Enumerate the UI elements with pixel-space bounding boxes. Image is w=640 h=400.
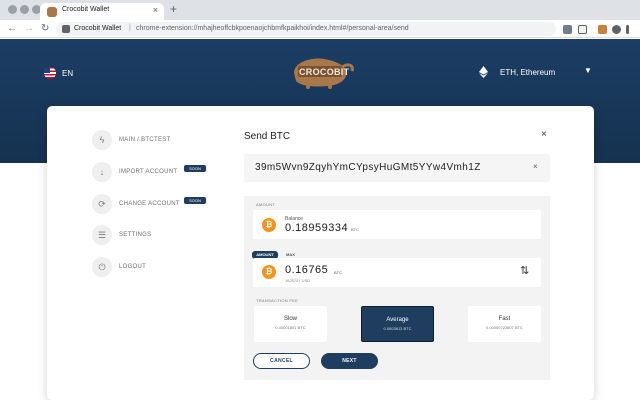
sidebar-item-logout[interactable]: LOGOUT xyxy=(119,264,146,270)
amount-usd-value: 1625757 USD xyxy=(285,278,311,283)
translate-icon[interactable] xyxy=(563,25,572,34)
window-minimize-dot[interactable] xyxy=(20,5,29,14)
soon-badge: SOON xyxy=(184,165,206,172)
amount-section-label: AMOUNT xyxy=(256,202,276,207)
amount-input[interactable]: 0.16765 xyxy=(285,264,328,276)
lightning-icon[interactable]: ϟ xyxy=(92,130,112,150)
bitcoin-icon: ₿ xyxy=(262,218,276,232)
fee-name: Average xyxy=(386,317,409,323)
fee-value: 0.00000722607 BTC xyxy=(486,325,523,330)
crocobit-wordmark: CROCOBIT xyxy=(299,67,350,77)
max-button[interactable]: MAX xyxy=(286,252,295,257)
sidebar-item-settings[interactable]: SETTINGS xyxy=(119,232,151,238)
fee-value: 0.00001801 BTC xyxy=(275,325,306,330)
crocobit-extension-icon[interactable] xyxy=(598,25,607,34)
chevron-down-icon[interactable]: ▼ xyxy=(584,66,592,75)
balance-value: 0.18959334 xyxy=(285,222,349,234)
fee-option-fast[interactable]: Fast 0.00000722607 BTC xyxy=(468,306,541,342)
crocobit-favicon-icon xyxy=(47,7,57,17)
fee-name: Slow xyxy=(283,316,297,322)
puzzle-icon xyxy=(62,25,70,33)
browser-tab[interactable]: Crocobit Wallet × xyxy=(40,3,164,20)
download-icon[interactable]: ↓ xyxy=(92,162,112,182)
profile-avatar-icon[interactable] xyxy=(612,25,621,34)
url-separator: | xyxy=(129,24,131,31)
us-flag-icon[interactable] xyxy=(44,67,56,79)
fee-value: 0.0003813 BTC xyxy=(383,326,412,331)
next-button[interactable]: NEXT xyxy=(321,353,378,369)
url-text: chrome-extension://mhajheoffcbkpoenaojch… xyxy=(136,25,409,32)
ethereum-icon xyxy=(479,66,488,78)
sidebar-item-main[interactable]: MAIN / BTCTEST xyxy=(119,137,171,143)
soon-badge: SOON xyxy=(184,197,206,204)
fee-option-average[interactable]: Average 0.0003813 BTC xyxy=(361,306,434,342)
language-selector[interactable]: EN xyxy=(62,69,73,78)
address-bar[interactable]: Crocobit Wallet | chrome-extension://mha… xyxy=(56,22,556,36)
balance-unit: BTC xyxy=(351,227,359,232)
power-icon[interactable]: ⏻ xyxy=(92,257,112,277)
bookmark-star-icon[interactable] xyxy=(578,25,587,34)
browser-menu-icon[interactable] xyxy=(626,25,629,34)
reload-icon[interactable]: ↻ xyxy=(41,23,49,34)
swap-arrows-icon[interactable]: ⇅ xyxy=(520,264,529,277)
forward-arrow-icon[interactable]: → xyxy=(24,23,34,34)
sidebar-item-change-account[interactable]: CHANGE ACCOUNT xyxy=(119,201,180,207)
network-selector[interactable]: ETH, Ethereum xyxy=(500,68,555,77)
tab-close-icon[interactable]: × xyxy=(153,5,158,15)
clear-address-icon[interactable]: × xyxy=(533,162,538,171)
close-icon[interactable]: × xyxy=(541,129,547,140)
tab-title: Crocobit Wallet xyxy=(62,6,110,13)
url-origin: Crocobit Wallet xyxy=(74,25,122,32)
amount-unit: BTC xyxy=(334,270,342,275)
transaction-fee-label: TRANSACTION FEE xyxy=(256,298,299,303)
bitcoin-icon: ₿ xyxy=(262,265,276,279)
sliders-icon[interactable]: ☰ xyxy=(92,225,112,245)
refresh-icon[interactable]: ⟳ xyxy=(92,194,112,214)
window-close-dot[interactable] xyxy=(8,5,17,14)
fee-option-slow[interactable]: Slow 0.00001801 BTC xyxy=(254,306,327,342)
browser-tabstrip: Crocobit Wallet × + xyxy=(0,0,640,20)
new-tab-icon[interactable]: + xyxy=(170,2,177,16)
recipient-address-value[interactable]: 39m5Wvn9ZqyhYmCYpsyHuGMt5YYw4Vmh1Z xyxy=(255,162,481,173)
browser-toolbar: ← → ↻ Crocobit Wallet | chrome-extension… xyxy=(0,20,640,38)
back-arrow-icon[interactable]: ← xyxy=(7,23,17,34)
fee-name: Fast xyxy=(498,316,511,322)
page-title: Send BTC xyxy=(244,131,291,142)
sidebar-item-import-account[interactable]: IMPORT ACCOUNT xyxy=(119,169,177,175)
cancel-button[interactable]: CANCEL xyxy=(253,353,310,369)
